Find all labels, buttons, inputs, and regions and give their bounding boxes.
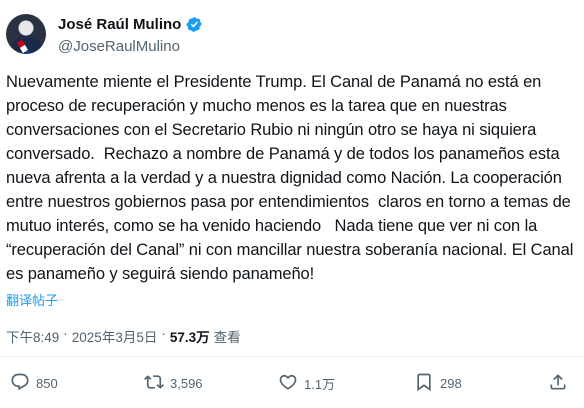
tweet-actions: 850 3,596 1.1万 298 — [10, 372, 574, 396]
tweet-meta: 下午8:49 · 2025年3月5日 · 57.3万 查看 — [6, 326, 241, 346]
repost-count: 3,596 — [170, 376, 203, 391]
bookmark-count: 298 — [440, 376, 462, 391]
verified-badge-icon — [186, 16, 203, 33]
display-name[interactable]: José Raúl Mulino — [58, 16, 181, 33]
like-count: 1.1万 — [304, 377, 336, 392]
share-button[interactable] — [548, 372, 568, 395]
avatar[interactable] — [6, 14, 46, 54]
reply-button[interactable]: 850 — [10, 372, 58, 395]
bookmark-button[interactable]: 298 — [414, 372, 462, 395]
meta-separator: · — [161, 326, 166, 341]
tweet-text: Nuevamente miente el Presidente Trump. E… — [6, 73, 578, 283]
bookmark-icon — [414, 372, 434, 395]
repost-icon — [144, 372, 164, 395]
tweet-time[interactable]: 下午8:49 — [6, 326, 59, 346]
tweet-date[interactable]: 2025年3月5日 — [72, 326, 158, 346]
reply-count: 850 — [36, 376, 58, 391]
views-label: 查看 — [213, 330, 241, 345]
tweet-header: José Raúl Mulino @JoseRaulMulino — [6, 14, 576, 62]
name-row: José Raúl Mulino — [58, 16, 203, 33]
translate-post-link[interactable]: 翻译帖子 — [6, 290, 58, 309]
like-button[interactable]: 1.1万 — [278, 372, 335, 395]
like-icon — [278, 372, 298, 395]
reply-icon — [10, 372, 30, 395]
user-handle[interactable]: @JoseRaulMulino — [58, 38, 180, 55]
repost-button[interactable]: 3,596 — [144, 372, 203, 395]
divider — [0, 356, 584, 357]
share-icon — [548, 372, 568, 395]
meta-separator: · — [63, 326, 68, 341]
views-count: 57.3万 — [169, 330, 210, 345]
